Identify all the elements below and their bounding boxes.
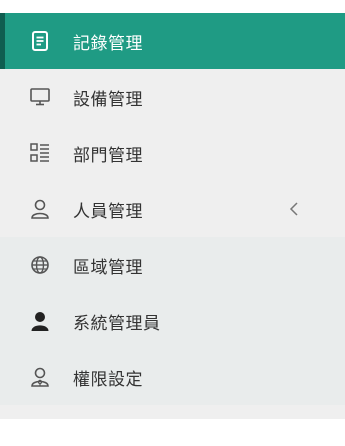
sidebar-item-device-management[interactable]: 設備管理: [0, 69, 345, 125]
list-view-icon: [29, 142, 51, 164]
sidebar-item-area-management[interactable]: 區域管理: [0, 237, 345, 293]
sidebar-footer: [0, 405, 345, 419]
sidebar-item-personnel-management[interactable]: 人員管理: [0, 181, 345, 237]
sidebar-item-label: 記錄管理: [73, 33, 143, 54]
chevron-left-icon[interactable]: [287, 202, 301, 216]
user-outline-icon: [29, 198, 51, 220]
sidebar-item-record-management[interactable]: 記錄管理: [0, 13, 345, 69]
sidebar-item-system-admin[interactable]: 系統管理員: [0, 293, 345, 349]
monitor-icon: [29, 86, 51, 108]
document-icon: [29, 30, 51, 52]
globe-icon: [29, 254, 51, 276]
sidebar-menu: 記錄管理 設備管理 部門管理 人員管理 區域管理 系統管理員 權限設定: [0, 13, 345, 419]
sidebar-item-label: 人員管理: [73, 201, 143, 222]
sidebar-item-label: 部門管理: [73, 145, 143, 166]
sidebar-item-label: 權限設定: [73, 369, 143, 390]
user-key-icon: [29, 366, 51, 388]
sidebar-item-label: 區域管理: [73, 257, 143, 278]
sidebar-item-department-management[interactable]: 部門管理: [0, 125, 345, 181]
user-solid-icon: [29, 310, 51, 332]
sidebar-item-label: 系統管理員: [73, 313, 161, 334]
sidebar-item-permission-settings[interactable]: 權限設定: [0, 349, 345, 405]
sidebar-item-label: 設備管理: [73, 89, 143, 110]
